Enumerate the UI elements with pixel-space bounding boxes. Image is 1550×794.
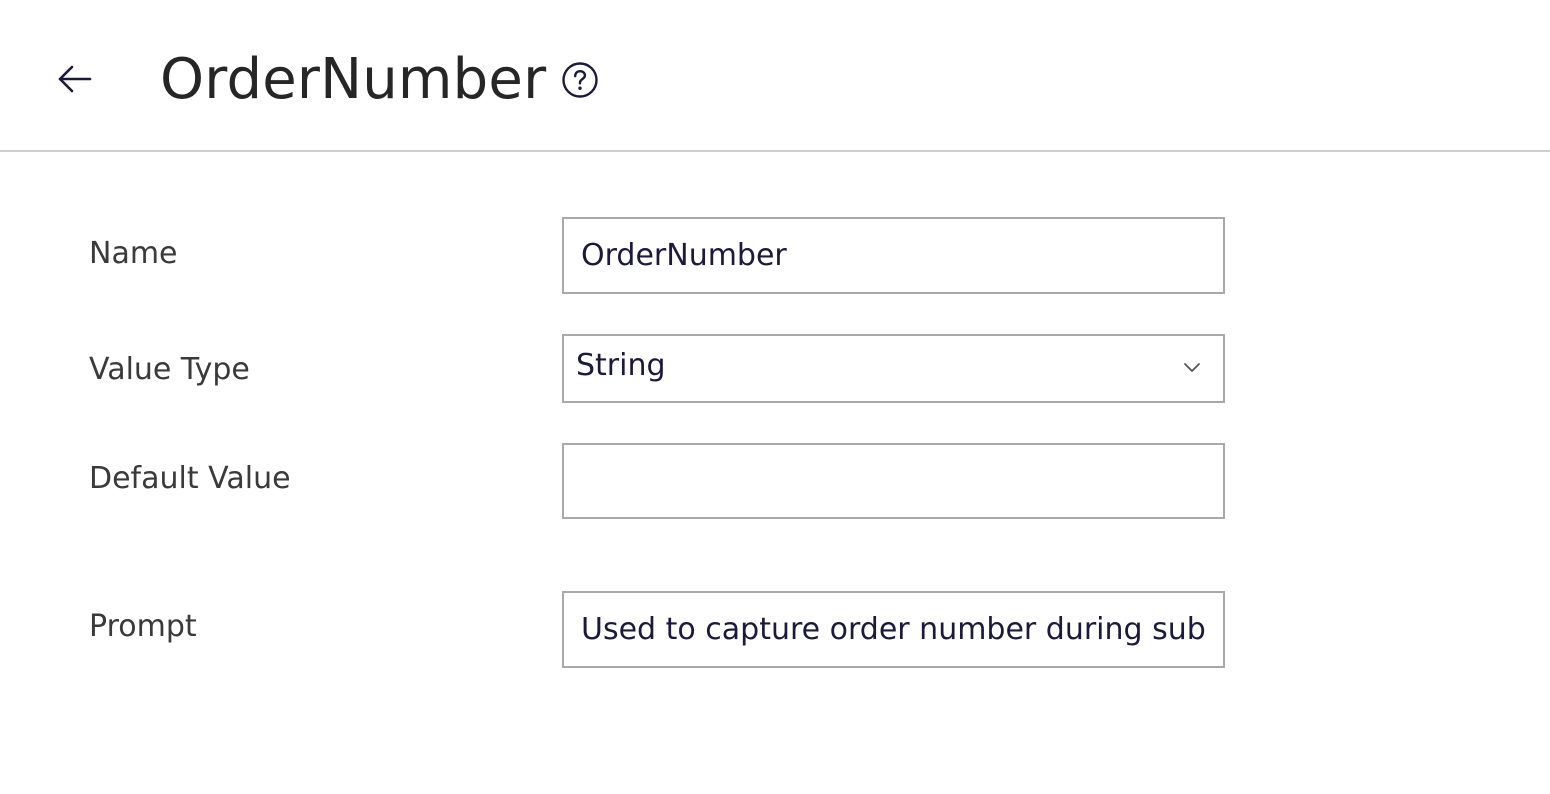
name-label: Name xyxy=(89,236,178,271)
page-title: OrderNumber xyxy=(160,47,547,112)
default-value-label: Default Value xyxy=(89,461,291,496)
value-type-selected: String xyxy=(576,348,666,383)
back-button[interactable] xyxy=(52,56,98,102)
prompt-label: Prompt xyxy=(89,609,197,644)
arrow-left-icon xyxy=(52,56,98,102)
page-header: OrderNumber xyxy=(0,0,1550,152)
value-type-label: Value Type xyxy=(89,352,250,387)
prompt-input[interactable] xyxy=(562,591,1225,668)
value-type-select[interactable]: String xyxy=(562,334,1225,403)
question-circle-icon xyxy=(561,61,599,99)
name-input[interactable] xyxy=(562,217,1225,294)
default-value-input[interactable] xyxy=(562,443,1225,519)
chevron-down-icon xyxy=(1183,362,1201,374)
help-button[interactable] xyxy=(561,61,599,99)
